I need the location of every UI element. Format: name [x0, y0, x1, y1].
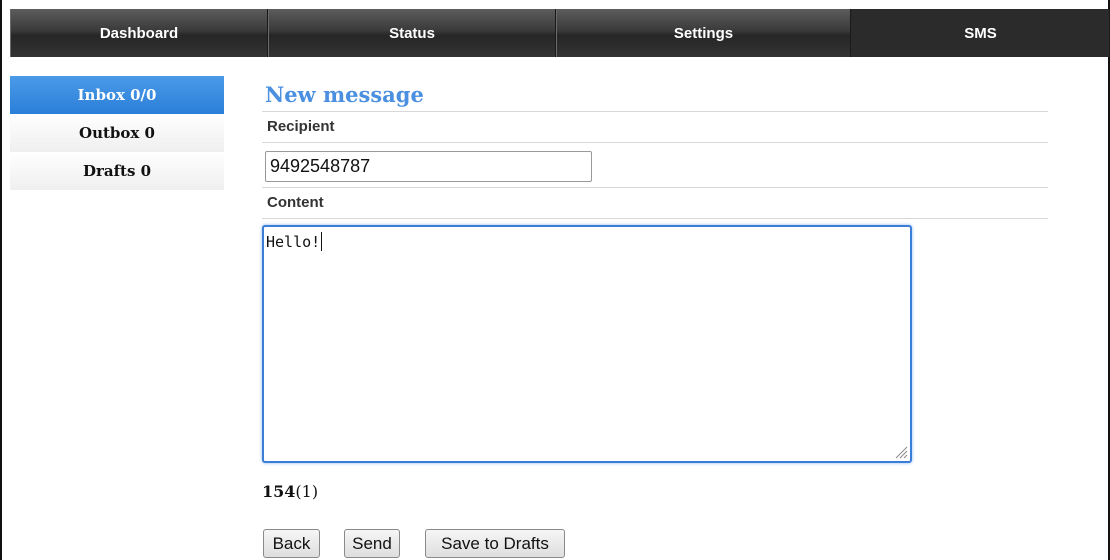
recipient-input[interactable]	[265, 151, 592, 182]
resize-grip-icon[interactable]	[894, 445, 908, 459]
back-button[interactable]: Back	[263, 529, 320, 558]
recipient-label: Recipient	[262, 111, 1048, 143]
sidebar-item-drafts[interactable]: Drafts 0	[10, 152, 224, 190]
top-navigation: Dashboard Status Settings SMS	[10, 9, 1110, 57]
tab-settings[interactable]: Settings	[556, 9, 851, 57]
new-message-form: New message Recipient Content Hello! 154…	[262, 80, 1048, 558]
action-buttons: Back Send Save to Drafts	[263, 529, 565, 558]
sms-sidebar: Inbox 0/0 Outbox 0 Drafts 0	[10, 76, 224, 190]
tab-dashboard[interactable]: Dashboard	[10, 9, 268, 57]
save-to-drafts-button[interactable]: Save to Drafts	[425, 529, 565, 558]
sidebar-item-inbox[interactable]: Inbox 0/0	[10, 76, 224, 114]
page-title: New message	[265, 82, 424, 107]
text-cursor	[321, 232, 323, 251]
character-counter: 154(1)	[262, 482, 318, 501]
content-text: Hello!	[266, 233, 321, 251]
counter-remaining: 154	[262, 482, 296, 501]
content-label: Content	[262, 187, 1048, 219]
sidebar-item-outbox[interactable]: Outbox 0	[10, 114, 224, 152]
send-button[interactable]: Send	[344, 529, 400, 558]
content-textarea[interactable]: Hello!	[262, 225, 912, 463]
tab-status[interactable]: Status	[268, 9, 556, 57]
tab-sms[interactable]: SMS	[851, 9, 1110, 57]
counter-parts: (1)	[295, 482, 319, 501]
